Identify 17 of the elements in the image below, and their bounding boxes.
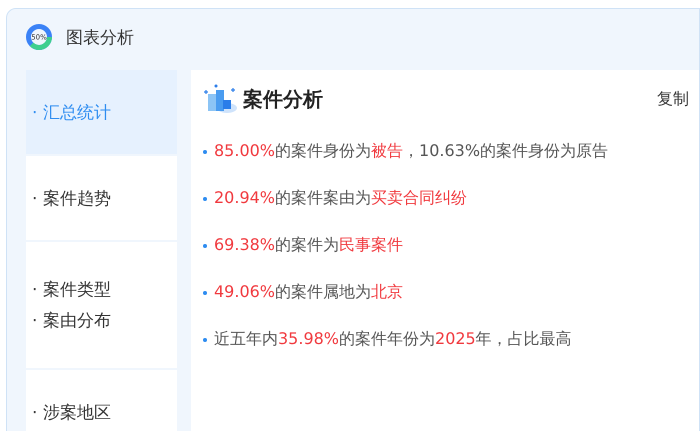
sidebar-item[interactable]: · 案件类型 · 案由分布 bbox=[26, 242, 177, 368]
sidebar-item[interactable]: · 案件趋势 bbox=[26, 156, 177, 240]
window-title: 图表分析 bbox=[66, 27, 134, 49]
statistic-sentence: 69.38%的案件为民事案件 bbox=[214, 235, 404, 256]
blocks-chart-icon bbox=[203, 84, 239, 114]
bullet-icon bbox=[203, 150, 207, 154]
statistic-sentence: 85.00%的案件身份为被告，10.63%的案件身份为原告 bbox=[214, 141, 608, 162]
bullet-icon bbox=[203, 290, 207, 294]
statistic-sentence: 49.06%的案件属地为北京 bbox=[214, 282, 404, 303]
bullet-icon bbox=[203, 244, 207, 248]
bullet-icon bbox=[203, 338, 207, 342]
statistic-sentence: 20.94%的案件案由为买卖合同纠纷 bbox=[214, 188, 468, 209]
sidebar-item[interactable]: · 涉案地区 bbox=[26, 370, 177, 431]
statistic-sentence: 近五年内35.98%的案件年份为2025年，占比最高 bbox=[214, 329, 572, 350]
copy-button[interactable]: 复制 bbox=[657, 88, 689, 110]
bullet-icon bbox=[203, 196, 207, 200]
panel-title: 案件分析 bbox=[243, 86, 323, 112]
